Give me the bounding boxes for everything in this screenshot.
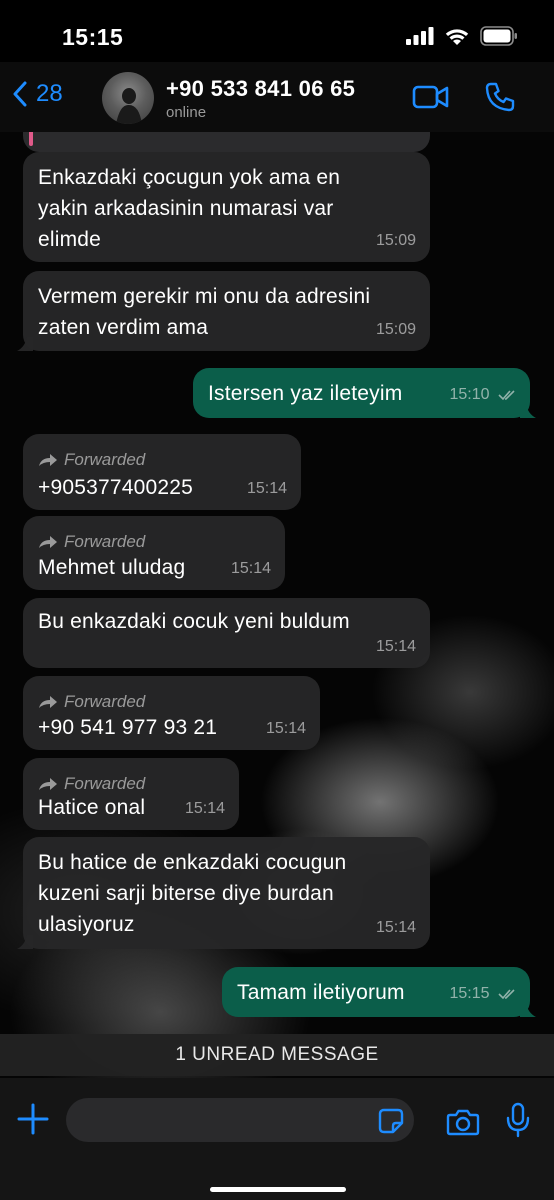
- status-icons: [406, 26, 518, 46]
- phone-call-icon[interactable]: [484, 81, 516, 113]
- message-bubble-forwarded[interactable]: Forwarded Mehmet uludag 15:14: [23, 516, 285, 590]
- bubble-tail: [520, 1003, 536, 1017]
- signal-icon: [406, 27, 434, 45]
- double-check-icon: [498, 989, 515, 999]
- double-check-icon: [498, 390, 515, 400]
- message-bubble-forwarded[interactable]: Forwarded Hatice onal 15:14: [23, 758, 239, 830]
- message-input[interactable]: [66, 1098, 414, 1142]
- message-text: yakin arkadasinin numarasi var: [38, 197, 334, 220]
- home-indicator: [210, 1187, 346, 1192]
- forward-arrow-icon: [39, 695, 57, 708]
- message-time: 15:14: [246, 480, 287, 497]
- message-time: 15:10: [449, 386, 490, 403]
- status-time: 15:15: [62, 24, 124, 50]
- message-text: Enkazdaki çocugun yok ama en: [38, 166, 341, 189]
- bubble-tail: [17, 337, 33, 351]
- message-text: Hatice onal: [38, 796, 146, 819]
- message-bubble-forwarded[interactable]: Forwarded +905377400225 15:14: [23, 434, 301, 510]
- sticker-icon[interactable]: [378, 1108, 404, 1134]
- message-bubble-outgoing[interactable]: Tamam iletiyorum 15:15: [222, 967, 536, 1017]
- message-bubble-forwarded[interactable]: Forwarded +90 541 977 93 21 15:14: [23, 676, 320, 750]
- bubble-tail: [17, 935, 33, 949]
- contact-avatar[interactable]: [102, 72, 154, 124]
- battery-icon: [480, 26, 517, 46]
- message-time: 15:14: [265, 720, 306, 737]
- message-time-status: 15:10: [450, 379, 519, 410]
- message-text: Vermem gerekir mi onu da adresini: [38, 285, 371, 308]
- message-time: 15:09: [375, 232, 416, 249]
- chat-header: 28 +90 533 841 06 65 online: [0, 62, 554, 132]
- message-bubble-incoming[interactable]: Enkazdaki çocugun yok ama en yakin arkad…: [23, 152, 430, 262]
- message-text: Bu hatice de enkazdaki cocugun: [38, 851, 347, 874]
- back-button[interactable]: 28: [12, 80, 63, 108]
- message-time-status: 15:15: [450, 978, 519, 1009]
- message-bubble-outgoing[interactable]: Istersen yaz ileteyim 15:10: [193, 368, 536, 418]
- message-text: Bu enkazdaki cocuk yeni buldum: [38, 610, 350, 633]
- message-text: Tamam iletiyorum: [237, 981, 405, 1004]
- message-text: Istersen yaz ileteyim: [208, 382, 403, 405]
- message-time: 15:09: [375, 321, 416, 338]
- unread-chats-count: 28: [36, 80, 63, 107]
- contact-name[interactable]: +90 533 841 06 65: [166, 76, 355, 102]
- message-bubble-incoming[interactable]: Bu enkazdaki cocuk yeni buldum 15:14: [23, 598, 430, 668]
- message-text: kuzeni sarji biterse diye burdan: [38, 882, 334, 905]
- message-bubble-incoming[interactable]: Bu hatice de enkazdaki cocugun kuzeni sa…: [17, 837, 430, 949]
- message-bubble-partial[interactable]: [23, 132, 430, 152]
- forwarded-label: Forwarded: [38, 444, 145, 475]
- forward-arrow-icon: [39, 777, 57, 790]
- message-text: elimde: [38, 228, 102, 251]
- message-composer: [0, 1078, 554, 1200]
- message-text: Mehmet uludag: [38, 556, 186, 579]
- forward-arrow-icon: [39, 453, 57, 466]
- message-bubble-incoming[interactable]: Vermem gerekir mi onu da adresini zaten …: [17, 271, 430, 351]
- message-text: ulasiyoruz: [38, 913, 135, 936]
- message-time: 15:14: [230, 560, 271, 577]
- message-text: zaten verdim ama: [38, 316, 209, 339]
- message-time: 15:15: [449, 985, 490, 1002]
- microphone-icon[interactable]: [505, 1102, 531, 1138]
- back-chevron-icon: [13, 81, 27, 107]
- plus-icon[interactable]: [16, 1102, 50, 1136]
- contact-status: online: [166, 104, 207, 121]
- forward-arrow-icon: [39, 535, 57, 548]
- chat-area[interactable]: Enkazdaki çocugun yok ama en yakin arkad…: [0, 132, 554, 1078]
- message-time: 15:14: [184, 800, 225, 817]
- message-text: +905377400225: [38, 476, 194, 499]
- message-time: 15:14: [375, 919, 416, 936]
- camera-icon[interactable]: [446, 1108, 480, 1136]
- message-time: 15:14: [375, 638, 416, 655]
- message-text: +90 541 977 93 21: [38, 716, 218, 739]
- unread-messages-banner: 1 UNREAD MESSAGE: [0, 1034, 554, 1076]
- wifi-icon: [445, 28, 469, 45]
- quote-bar: [29, 132, 33, 146]
- video-call-icon[interactable]: [412, 84, 450, 110]
- bubble-tail: [520, 404, 536, 418]
